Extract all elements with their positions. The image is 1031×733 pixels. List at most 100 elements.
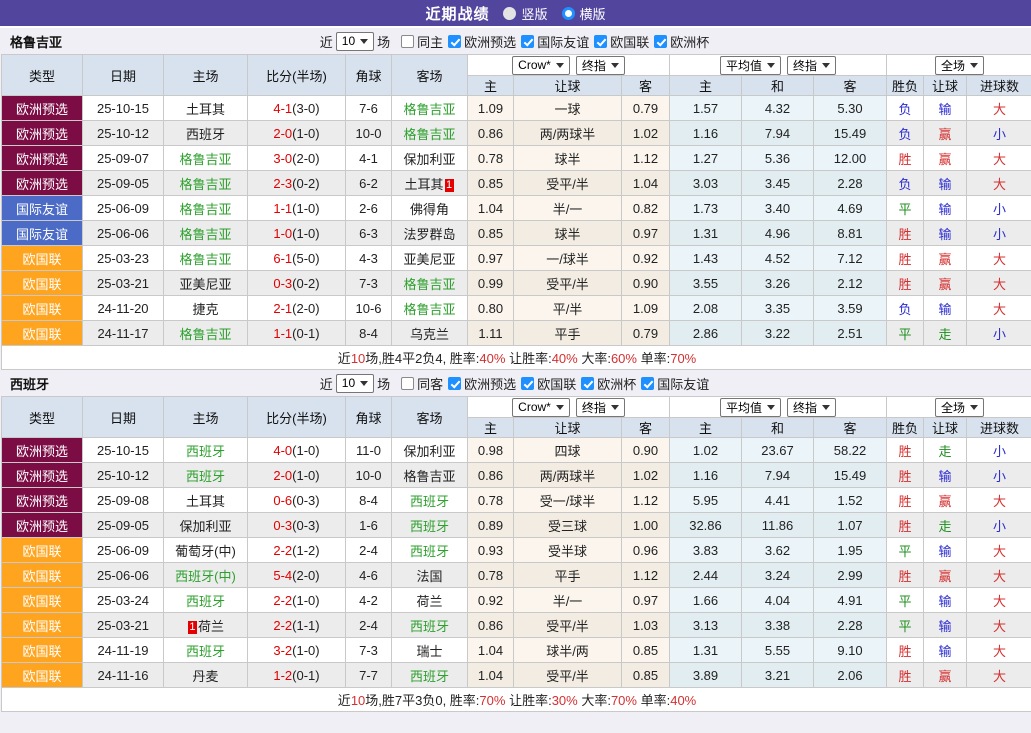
avg-draw-odds: 4.32 bbox=[742, 96, 814, 121]
handicap-line: 半/一 bbox=[514, 588, 622, 613]
score-cell: 2-2(1-1) bbox=[248, 613, 346, 638]
away-odds: 0.92 bbox=[622, 246, 670, 271]
win-lose-result: 平 bbox=[887, 538, 924, 563]
full-time-score: 4-1 bbox=[273, 101, 292, 116]
league-filter-label: 欧洲杯 bbox=[670, 32, 709, 51]
league-filter-checkbox[interactable] bbox=[521, 377, 534, 390]
handicap-line: 受平/半 bbox=[514, 171, 622, 196]
avg-draw-odds: 11.86 bbox=[742, 513, 814, 538]
corner-count: 7-3 bbox=[346, 638, 392, 663]
avg-home-odds: 1.66 bbox=[670, 588, 742, 613]
filter-suffix-label: 场 bbox=[377, 32, 390, 51]
full-time-score: 1-1 bbox=[273, 201, 292, 216]
away-team-cell: 西班牙 bbox=[392, 613, 468, 638]
avg-home-odds: 2.44 bbox=[670, 563, 742, 588]
goals-result: 大 bbox=[967, 563, 1031, 588]
avg-time-select[interactable]: 终指 bbox=[787, 56, 836, 75]
league-type-badge: 欧国联 bbox=[2, 296, 83, 321]
odds-source-select[interactable]: Crow* bbox=[512, 56, 570, 75]
league-filter-checkbox[interactable] bbox=[448, 377, 461, 390]
same-venue-checkbox[interactable] bbox=[401, 35, 414, 48]
summary-segment: 单率: bbox=[637, 693, 670, 708]
filter-controls: 近10场同客欧洲预选欧国联欧洲杯国际友谊 bbox=[320, 374, 711, 393]
odds-source-select[interactable]: Crow* bbox=[512, 398, 570, 417]
league-filter-label: 欧洲预选 bbox=[464, 374, 516, 393]
home-odds: 1.09 bbox=[468, 96, 514, 121]
handicap-line: 平手 bbox=[514, 563, 622, 588]
away-odds: 0.97 bbox=[622, 588, 670, 613]
home-team-cell: 西班牙 bbox=[164, 588, 248, 613]
match-date: 25-09-07 bbox=[83, 146, 164, 171]
home-team-cell: 西班牙(中) bbox=[164, 563, 248, 588]
scope-select[interactable]: 全场 bbox=[935, 398, 984, 417]
avg-source-select[interactable]: 平均值 bbox=[720, 56, 781, 75]
league-filter-label: 国际友谊 bbox=[657, 374, 709, 393]
goals-result: 大 bbox=[967, 171, 1031, 196]
win-lose-result: 负 bbox=[887, 121, 924, 146]
home-odds: 0.78 bbox=[468, 146, 514, 171]
same-venue-label: 同主 bbox=[417, 32, 443, 51]
odds-time-select[interactable]: 终指 bbox=[576, 398, 625, 417]
matches-count-select[interactable]: 10 bbox=[336, 32, 374, 51]
half-time-score: (0-3) bbox=[292, 493, 319, 508]
team-label: 西班牙 bbox=[410, 519, 449, 534]
goals-result: 大 bbox=[967, 588, 1031, 613]
league-filter-checkbox[interactable] bbox=[448, 35, 461, 48]
scope-select[interactable]: 全场 bbox=[935, 56, 984, 75]
home-team-cell: 葡萄牙(中) bbox=[164, 538, 248, 563]
radio-vertical-icon[interactable] bbox=[503, 7, 516, 20]
radio-horizontal-layout[interactable]: 横版 bbox=[562, 4, 606, 23]
away-odds: 0.79 bbox=[622, 321, 670, 346]
summary-segment: 场,胜7平3负0, 胜率: bbox=[365, 693, 479, 708]
score-cell: 2-0(1-0) bbox=[248, 463, 346, 488]
avg-time-select[interactable]: 终指 bbox=[787, 398, 836, 417]
team-label: 西班牙 bbox=[186, 469, 225, 484]
league-filter-checkbox[interactable] bbox=[641, 377, 654, 390]
away-team-cell: 格鲁吉亚 bbox=[392, 463, 468, 488]
away-odds: 1.00 bbox=[622, 513, 670, 538]
avg-home-odds: 3.13 bbox=[670, 613, 742, 638]
match-row: 欧洲预选25-09-08土耳其0-6(0-3)8-4西班牙0.78受一/球半1.… bbox=[2, 488, 1031, 513]
league-filter-checkbox[interactable] bbox=[654, 35, 667, 48]
match-date: 24-11-17 bbox=[83, 321, 164, 346]
league-filter-checkbox[interactable] bbox=[581, 377, 594, 390]
team-label: 格鲁吉亚 bbox=[403, 127, 455, 142]
same-venue-checkbox[interactable] bbox=[401, 377, 414, 390]
league-type-badge: 欧国联 bbox=[2, 246, 83, 271]
result-group-header: 全场 bbox=[887, 397, 1031, 418]
match-row: 欧洲预选25-09-05保加利亚0-3(0-3)1-6西班牙0.89受三球1.0… bbox=[2, 513, 1031, 538]
team-label: 格鲁吉亚 bbox=[403, 302, 455, 317]
half-time-score: (1-2) bbox=[292, 543, 319, 558]
home-team-cell: 西班牙 bbox=[164, 121, 248, 146]
away-odds: 0.90 bbox=[622, 438, 670, 463]
sub-column-header: 进球数 bbox=[967, 418, 1031, 438]
avg-draw-odds: 3.45 bbox=[742, 171, 814, 196]
corner-count: 4-1 bbox=[346, 146, 392, 171]
league-filter-checkbox[interactable] bbox=[594, 35, 607, 48]
odds-time-select[interactable]: 终指 bbox=[576, 56, 625, 75]
half-time-score: (3-0) bbox=[292, 101, 319, 116]
summary-segment: 让胜率: bbox=[505, 351, 551, 366]
away-team-cell: 瑞士 bbox=[392, 638, 468, 663]
home-odds: 0.92 bbox=[468, 588, 514, 613]
avg-source-select[interactable]: 平均值 bbox=[720, 398, 781, 417]
avg-home-odds: 5.95 bbox=[670, 488, 742, 513]
home-odds: 0.99 bbox=[468, 271, 514, 296]
away-odds: 1.02 bbox=[622, 463, 670, 488]
full-time-score: 1-2 bbox=[273, 668, 292, 683]
corner-count: 7-3 bbox=[346, 271, 392, 296]
away-team-cell: 西班牙 bbox=[392, 488, 468, 513]
league-filter-checkbox[interactable] bbox=[521, 35, 534, 48]
away-odds: 1.03 bbox=[622, 613, 670, 638]
radio-horizontal-icon[interactable] bbox=[562, 7, 575, 20]
column-header: 日期 bbox=[83, 55, 164, 96]
radio-vertical-layout[interactable]: 竖版 bbox=[503, 4, 547, 23]
scope-select-value: 全场 bbox=[941, 57, 965, 74]
handicap-line: 球半/两 bbox=[514, 638, 622, 663]
home-team-cell: 保加利亚 bbox=[164, 513, 248, 538]
sub-column-header: 和 bbox=[742, 76, 814, 96]
matches-count-select[interactable]: 10 bbox=[336, 374, 374, 393]
odds-time-select-value: 终指 bbox=[582, 57, 606, 74]
odds-source-select-value: Crow* bbox=[518, 400, 551, 414]
red-card-badge: 1 bbox=[188, 621, 197, 634]
